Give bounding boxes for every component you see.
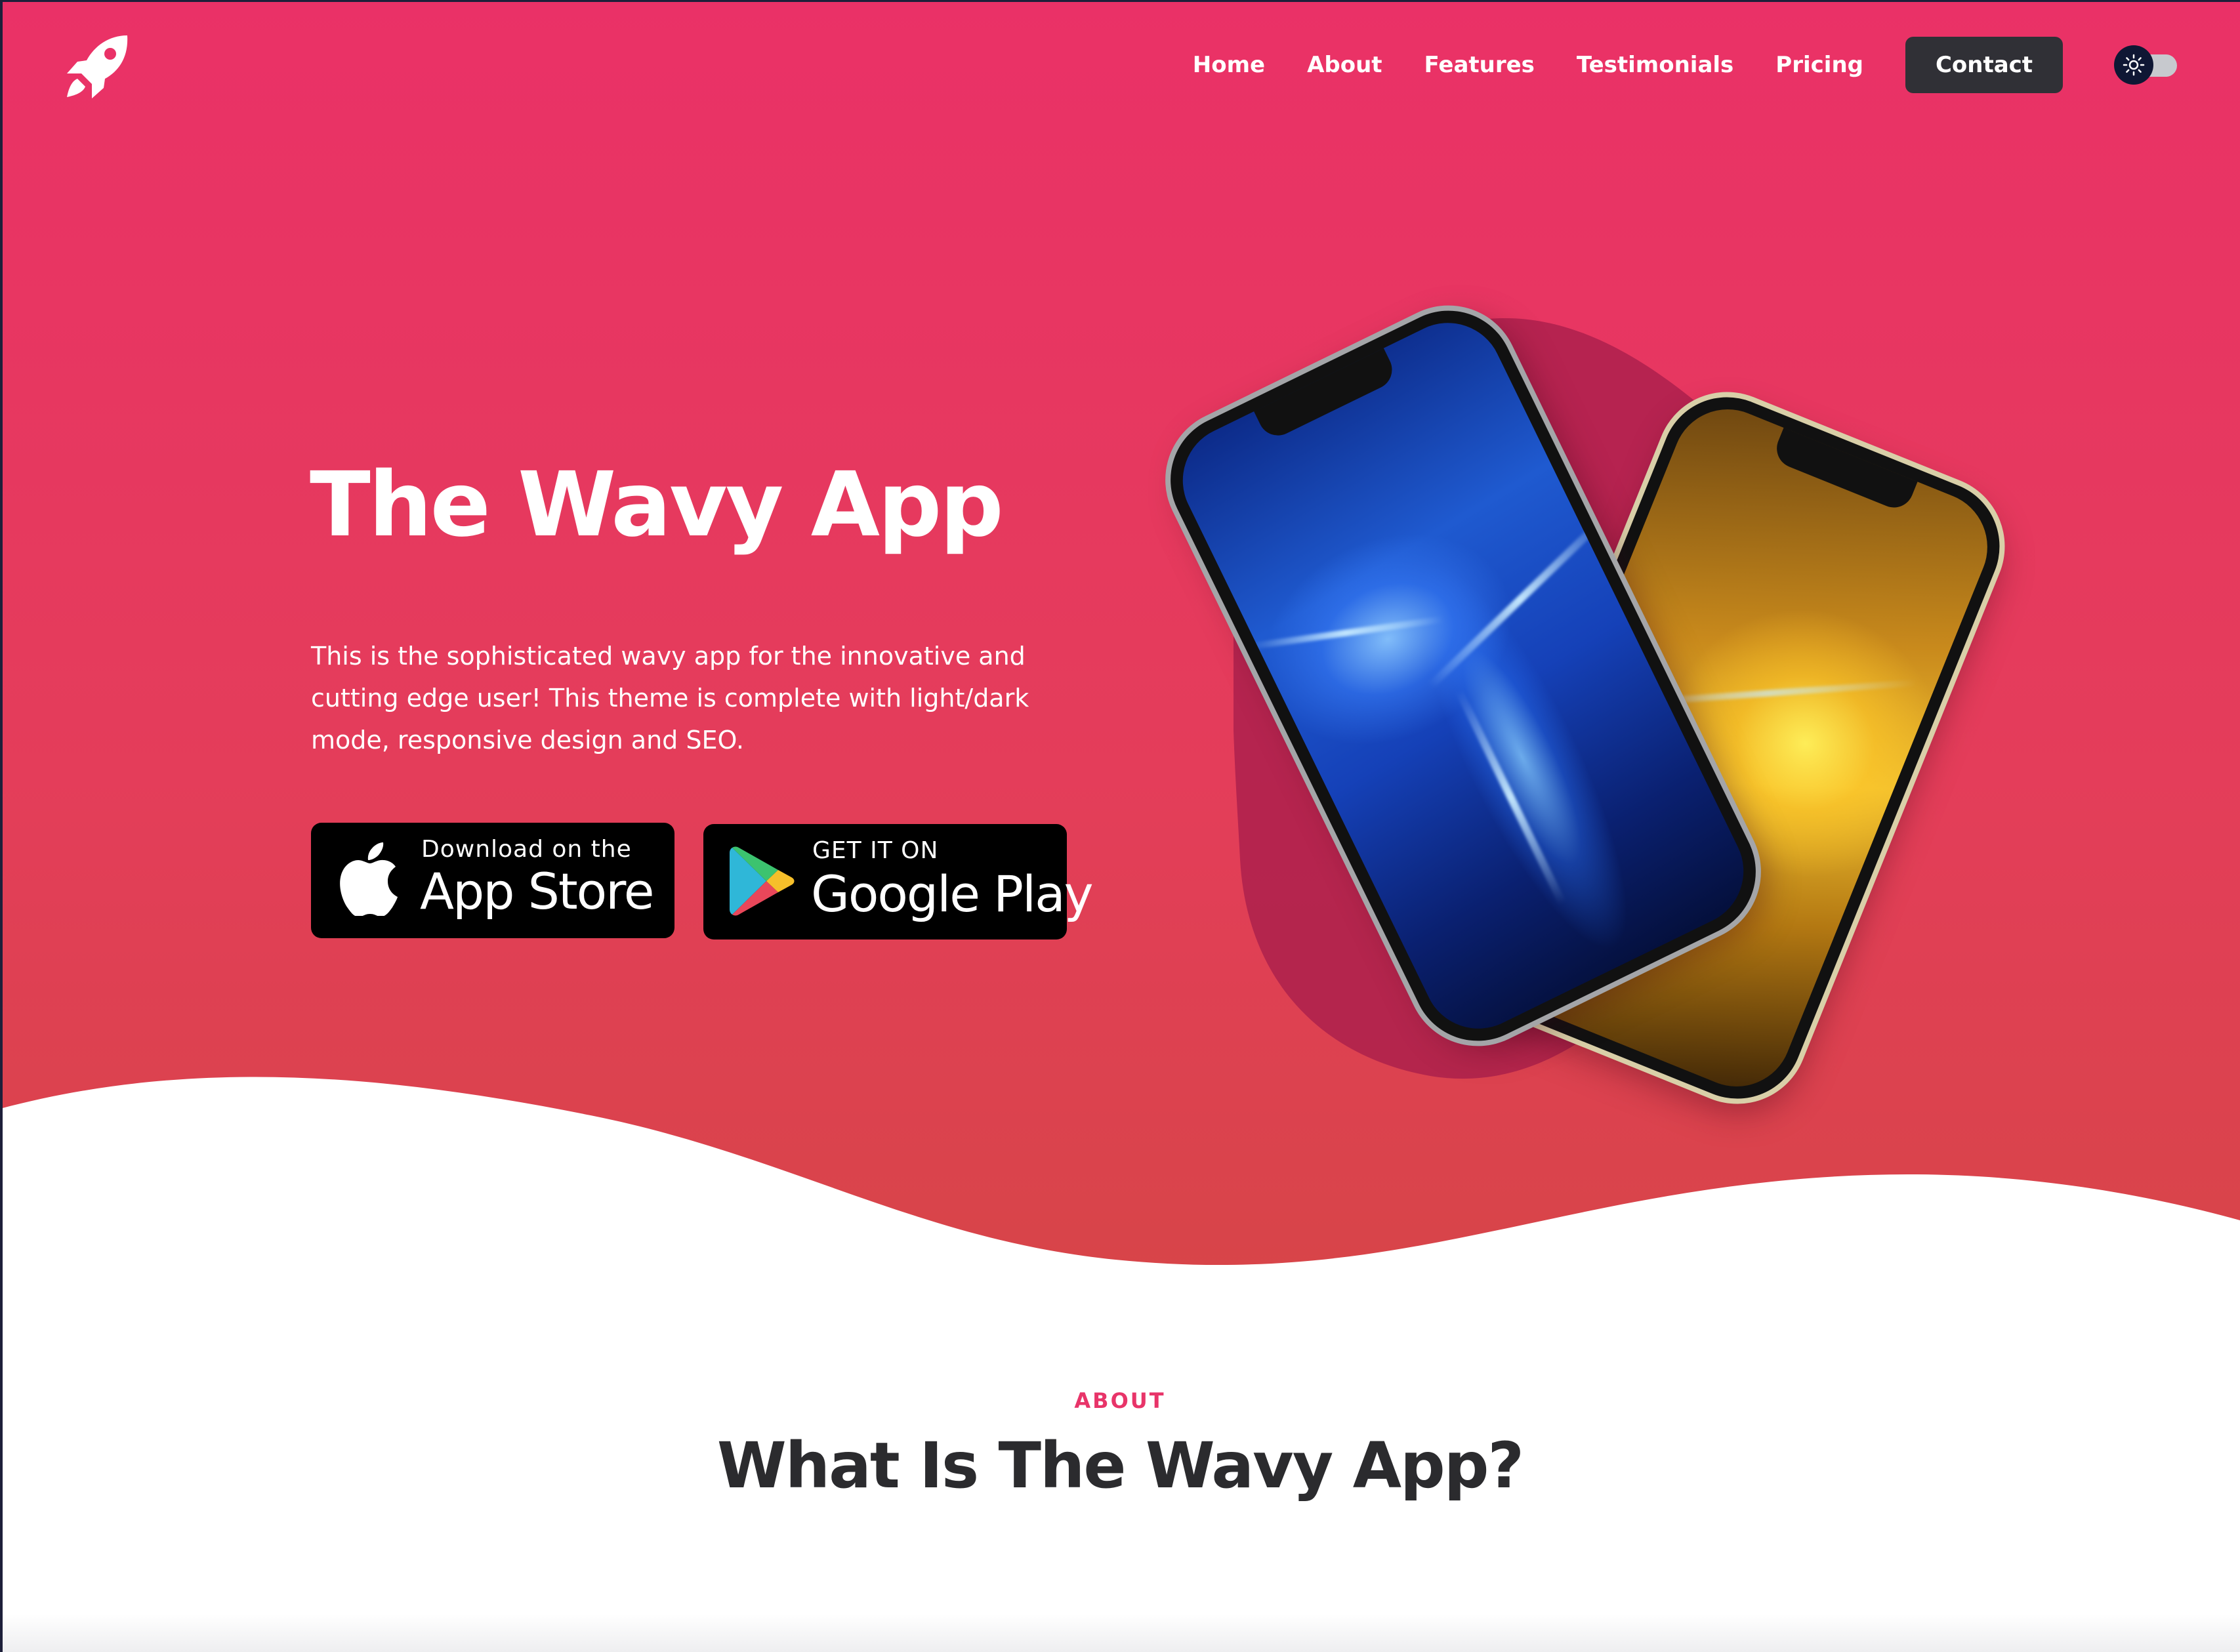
theme-toggle[interactable] — [2114, 45, 2177, 85]
contact-button[interactable]: Contact — [1905, 37, 2063, 93]
nav-testimonials[interactable]: Testimonials — [1577, 52, 1733, 78]
app-store-small-text: Download on the — [421, 836, 632, 863]
bottom-shade — [0, 1614, 2240, 1652]
rocket-icon[interactable] — [63, 31, 133, 101]
app-store-button[interactable]: Download on the App Store — [311, 823, 674, 938]
wave-divider — [0, 1077, 2240, 1286]
hero-section: Home About Features Testimonials Pricing… — [0, 0, 2240, 1286]
apple-icon — [337, 842, 399, 919]
main-nav: Home About Features Testimonials Pricing… — [1193, 37, 2177, 93]
nav-home[interactable]: Home — [1193, 52, 1265, 78]
google-play-button[interactable]: GET IT ON Google Play — [703, 824, 1094, 940]
google-play-icon — [730, 845, 795, 920]
about-eyebrow: ABOUT — [1074, 1388, 1166, 1413]
about-title: What Is The Wavy App? — [716, 1429, 1524, 1502]
sun-icon — [2114, 45, 2153, 85]
hero-title: The Wavy App — [310, 453, 1004, 557]
google-play-small-text: GET IT ON — [812, 837, 939, 864]
app-store-big-text: App Store — [420, 862, 655, 920]
nav-features[interactable]: Features — [1424, 52, 1535, 78]
nav-pricing[interactable]: Pricing — [1775, 52, 1863, 78]
google-play-big-text: Google Play — [811, 865, 1094, 923]
nav-about[interactable]: About — [1307, 52, 1382, 78]
hero-description: This is the sophisticated wavy app for t… — [311, 642, 1029, 754]
